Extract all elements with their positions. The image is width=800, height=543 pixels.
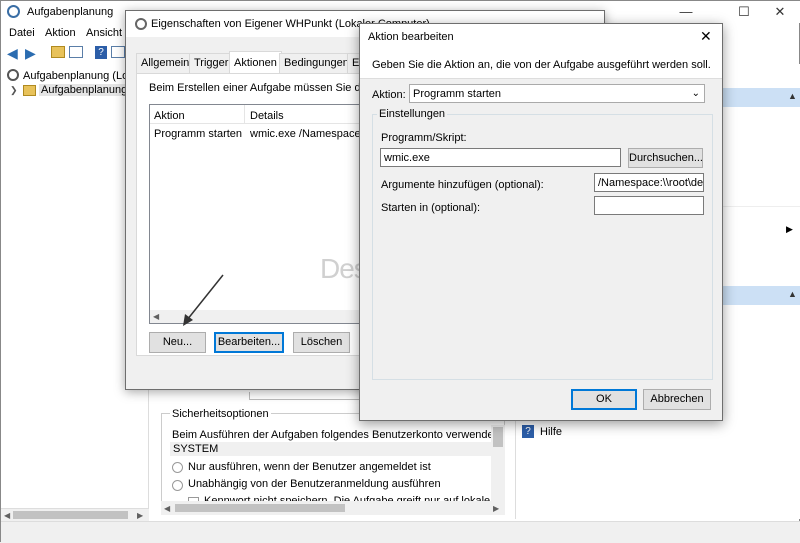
list-scroll-left-icon[interactable]: ◀: [153, 312, 159, 321]
aktionen-description: Beim Erstellen einer Aufgabe müssen Sie …: [149, 82, 385, 94]
ok-button[interactable]: OK: [571, 389, 637, 410]
radio-logged-on[interactable]: [172, 462, 183, 473]
tree-hscrollbar[interactable]: ◀ ▶: [1, 508, 149, 521]
program-input[interactable]: wmic.exe: [380, 148, 621, 167]
help-icon: ?: [522, 425, 534, 438]
row-details: wmic.exe /Namespace:\\r: [250, 128, 374, 140]
action-select-value: Programm starten: [413, 88, 502, 100]
main-title: Aufgabenplanung: [27, 6, 114, 18]
action-label: Aktion:: [372, 89, 406, 101]
browse-button[interactable]: Durchsuchen...: [628, 148, 703, 168]
security-group: Sicherheitsoptionen Beim Ausführen der A…: [161, 408, 505, 515]
edit-description: Geben Sie die Aktion an, die von der Auf…: [372, 59, 711, 71]
forward-icon[interactable]: ▶: [25, 45, 36, 62]
task-clock-icon: [135, 18, 147, 30]
submenu-arrow-icon[interactable]: ▶: [786, 224, 793, 235]
edit-button[interactable]: Bearbeiten...: [214, 332, 284, 353]
column-divider[interactable]: [244, 105, 245, 124]
edit-close-icon[interactable]: ✕: [700, 28, 712, 45]
tab-trigger[interactable]: Trigger: [189, 53, 234, 73]
menu-ansicht[interactable]: Ansicht: [86, 27, 122, 39]
close-button[interactable]: ✕: [757, 1, 800, 23]
minimize-button[interactable]: —: [663, 1, 709, 23]
scheduler-icon: [7, 69, 19, 81]
table-row[interactable]: Programm starten wmic.exe /Namespace:\\r: [150, 126, 374, 142]
edit-title: Aktion bearbeiten: [368, 31, 454, 43]
menu-aktion[interactable]: Aktion: [45, 27, 76, 39]
args-label: Argumente hinzufügen (optional):: [381, 179, 544, 191]
column-aktion[interactable]: Aktion: [154, 110, 185, 122]
start-in-label: Starten in (optional):: [381, 202, 481, 214]
view-icon[interactable]: [69, 46, 83, 58]
security-scroll-thumb[interactable]: [493, 427, 503, 447]
action-select[interactable]: Programm starten ⌄: [409, 84, 705, 103]
list-header: Aktion Details: [150, 105, 373, 124]
folder-icon: [23, 85, 36, 96]
chevron-down-icon: ⌄: [691, 88, 700, 99]
arrow-annotation: [183, 274, 224, 326]
radio-independent-label: Unabhängig von der Benutzeranmeldung aus…: [188, 478, 441, 490]
expand-icon[interactable]: ❯: [10, 85, 18, 96]
edit-titlebar: Aktion bearbeiten ✕: [360, 24, 722, 49]
cancel-button[interactable]: Abbrechen: [643, 389, 711, 410]
tree-item-root[interactable]: Aufgabenplanung (Loka: [23, 70, 140, 82]
tab-allgemein[interactable]: Allgemein: [136, 53, 195, 73]
delete-button[interactable]: Löschen: [293, 332, 350, 353]
edit-desc-area: Geben Sie die Aktion an, die von der Auf…: [360, 49, 722, 79]
program-label: Programm/Skript:: [381, 132, 467, 144]
scroll-left-icon[interactable]: ◀: [4, 511, 10, 520]
scroll-right-icon[interactable]: ▶: [137, 511, 143, 520]
args-input[interactable]: /Namespace:\\root\defa: [594, 173, 704, 192]
edit-action-dialog: Aktion bearbeiten ✕ Geben Sie die Aktion…: [359, 23, 723, 421]
tab-aktionen[interactable]: Aktionen: [229, 51, 282, 74]
column-details[interactable]: Details: [250, 110, 284, 122]
collapse-icon-1[interactable]: ▲: [788, 91, 797, 101]
clock-icon: [7, 5, 20, 18]
row-aktion: Programm starten: [154, 128, 243, 140]
radio-logged-on-label: Nur ausführen, wenn der Benutzer angemel…: [188, 461, 431, 473]
security-title: Sicherheitsoptionen: [170, 408, 271, 420]
help-toolbar-icon[interactable]: ?: [95, 46, 107, 59]
new-button[interactable]: Neu...: [149, 332, 206, 353]
account-label: Beim Ausführen der Aufgaben folgendes Be…: [172, 429, 503, 441]
security-vscrollbar[interactable]: [491, 425, 505, 503]
settings-group: Einstellungen Programm/Skript: wmic.exe …: [372, 108, 713, 380]
center-hscrollbar[interactable]: ◀ ▶: [161, 501, 505, 515]
back-icon[interactable]: ◀: [7, 45, 18, 62]
console-icon[interactable]: [111, 46, 125, 58]
menu-datei[interactable]: Datei: [9, 27, 35, 39]
center-scroll-right-icon[interactable]: ▶: [493, 504, 499, 513]
center-scroll-thumb[interactable]: [175, 504, 345, 512]
status-bar: [1, 521, 800, 543]
help-action[interactable]: Hilfe: [540, 426, 562, 438]
folder-up-icon[interactable]: [51, 46, 65, 58]
radio-independent[interactable]: [172, 480, 183, 491]
center-scroll-left-icon[interactable]: ◀: [164, 504, 170, 513]
center-header: [249, 392, 361, 400]
collapse-icon-2[interactable]: ▲: [788, 289, 797, 299]
account-value: SYSTEM: [173, 443, 219, 455]
tab-bedingungen[interactable]: Bedingungen: [279, 53, 354, 73]
start-in-input[interactable]: [594, 196, 704, 215]
tree-scroll-thumb[interactable]: [13, 511, 128, 519]
account-field: SYSTEM: [170, 442, 492, 456]
settings-title: Einstellungen: [377, 108, 448, 120]
